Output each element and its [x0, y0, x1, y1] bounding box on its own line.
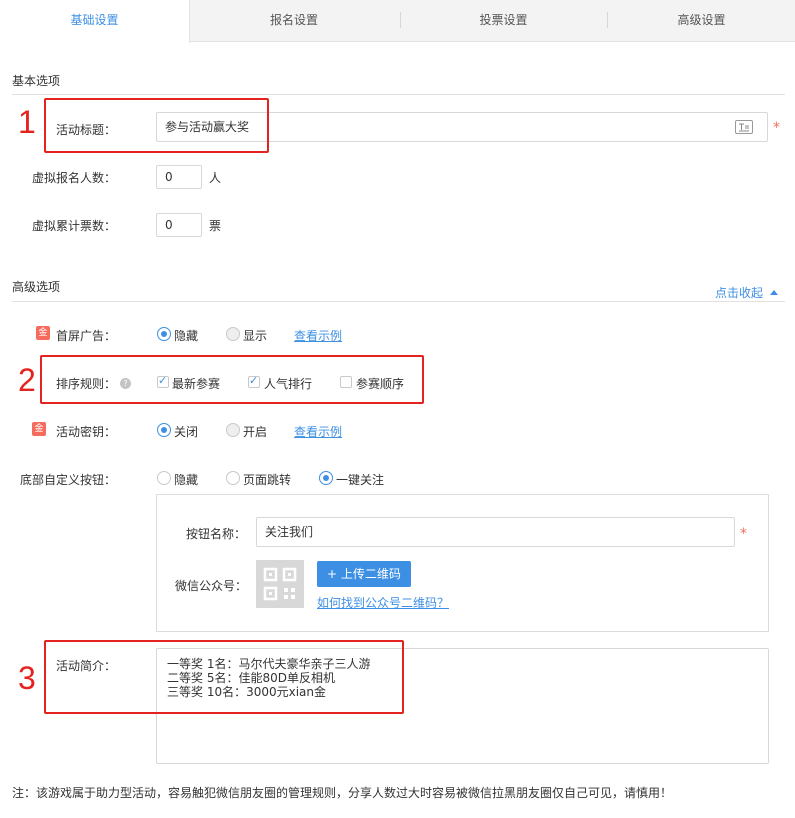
qr-code-placeholder: [256, 560, 304, 608]
virtual-votes-input[interactable]: 0: [156, 213, 202, 237]
bottom-button-follow-radio[interactable]: [319, 471, 333, 485]
splash-ad-show-radio[interactable]: [226, 327, 240, 341]
bottom-button-jump-radio[interactable]: [226, 471, 240, 485]
find-qr-link[interactable]: 如何找到公众号二维码？: [317, 594, 449, 611]
annotation-number-3: 3: [18, 660, 36, 696]
bottom-button-label: 底部自定义按钮：: [20, 473, 117, 487]
annotation-box-3: [44, 640, 404, 714]
text-editor-icon[interactable]: [735, 120, 753, 134]
splash-ad-hide-label: 隐藏: [174, 329, 199, 343]
required-asterisk: *: [740, 526, 747, 542]
virtual-signup-label: 虚拟报名人数：: [31, 171, 116, 185]
activity-key-on-label: 开启: [243, 425, 268, 439]
annotation-box-2: [40, 355, 424, 404]
wechat-account-label: 微信公众号：: [175, 579, 248, 593]
splash-ad-show-label: 显示: [243, 329, 268, 343]
required-asterisk: *: [773, 120, 780, 136]
button-name-label: 按钮名称：: [186, 527, 247, 541]
bottom-button-follow-label: 一键关注: [336, 473, 385, 487]
virtual-signup-unit: 人: [209, 171, 222, 185]
plus-icon: +: [327, 567, 341, 581]
splash-ad-hide-radio[interactable]: [157, 327, 171, 341]
section-divider: [12, 301, 785, 302]
button-name-input[interactable]: 关注我们: [256, 517, 735, 547]
splash-ad-label: 首屏广告：: [56, 329, 117, 343]
bottom-button-hide-radio[interactable]: [157, 471, 171, 485]
virtual-signup-input[interactable]: 0: [156, 165, 202, 189]
tab-advanced-settings[interactable]: 高级设置: [608, 0, 795, 42]
gold-badge-icon: 金: [36, 326, 50, 340]
activity-key-on-radio[interactable]: [226, 423, 240, 437]
basic-section-title: 基本选项: [12, 74, 61, 88]
virtual-votes-unit: 票: [209, 219, 222, 233]
splash-ad-example-link[interactable]: 查看示例: [294, 327, 342, 344]
collapse-toggle[interactable]: 点击收起: [715, 284, 778, 301]
gold-badge-icon: 金: [32, 422, 46, 436]
bottom-button-hide-label: 隐藏: [174, 473, 199, 487]
advanced-section-title: 高级选项: [12, 280, 61, 294]
annotation-number-1: 1: [18, 104, 36, 140]
activity-key-off-radio[interactable]: [157, 423, 171, 437]
follow-settings-panel: [156, 494, 769, 632]
collapse-label: 点击收起: [715, 286, 764, 300]
annotation-number-2: 2: [18, 362, 36, 398]
upload-qr-label: 上传二维码: [340, 567, 401, 581]
tab-vote-settings[interactable]: 投票设置: [401, 0, 606, 42]
caret-up-icon: [769, 290, 778, 295]
tab-signup-settings[interactable]: 报名设置: [190, 0, 398, 42]
activity-key-label: 活动密钥：: [56, 425, 117, 439]
tab-basic-settings[interactable]: 基础设置: [0, 0, 190, 43]
upload-qr-button[interactable]: + 上传二维码: [317, 561, 411, 587]
section-divider: [12, 94, 785, 95]
virtual-votes-label: 虚拟累计票数：: [31, 219, 116, 233]
warning-note: 注：该游戏属于助力型活动，容易触犯微信朋友圈的管理规则，分享人数过大时容易被微信…: [12, 786, 673, 800]
bottom-button-jump-label: 页面跳转: [243, 473, 292, 487]
qr-code-icon: [263, 567, 297, 601]
activity-key-example-link[interactable]: 查看示例: [294, 423, 342, 440]
activity-key-off-label: 关闭: [174, 425, 199, 439]
tab-bar: 基础设置 报名设置 投票设置 高级设置: [0, 0, 795, 43]
annotation-box-1: [44, 98, 269, 153]
